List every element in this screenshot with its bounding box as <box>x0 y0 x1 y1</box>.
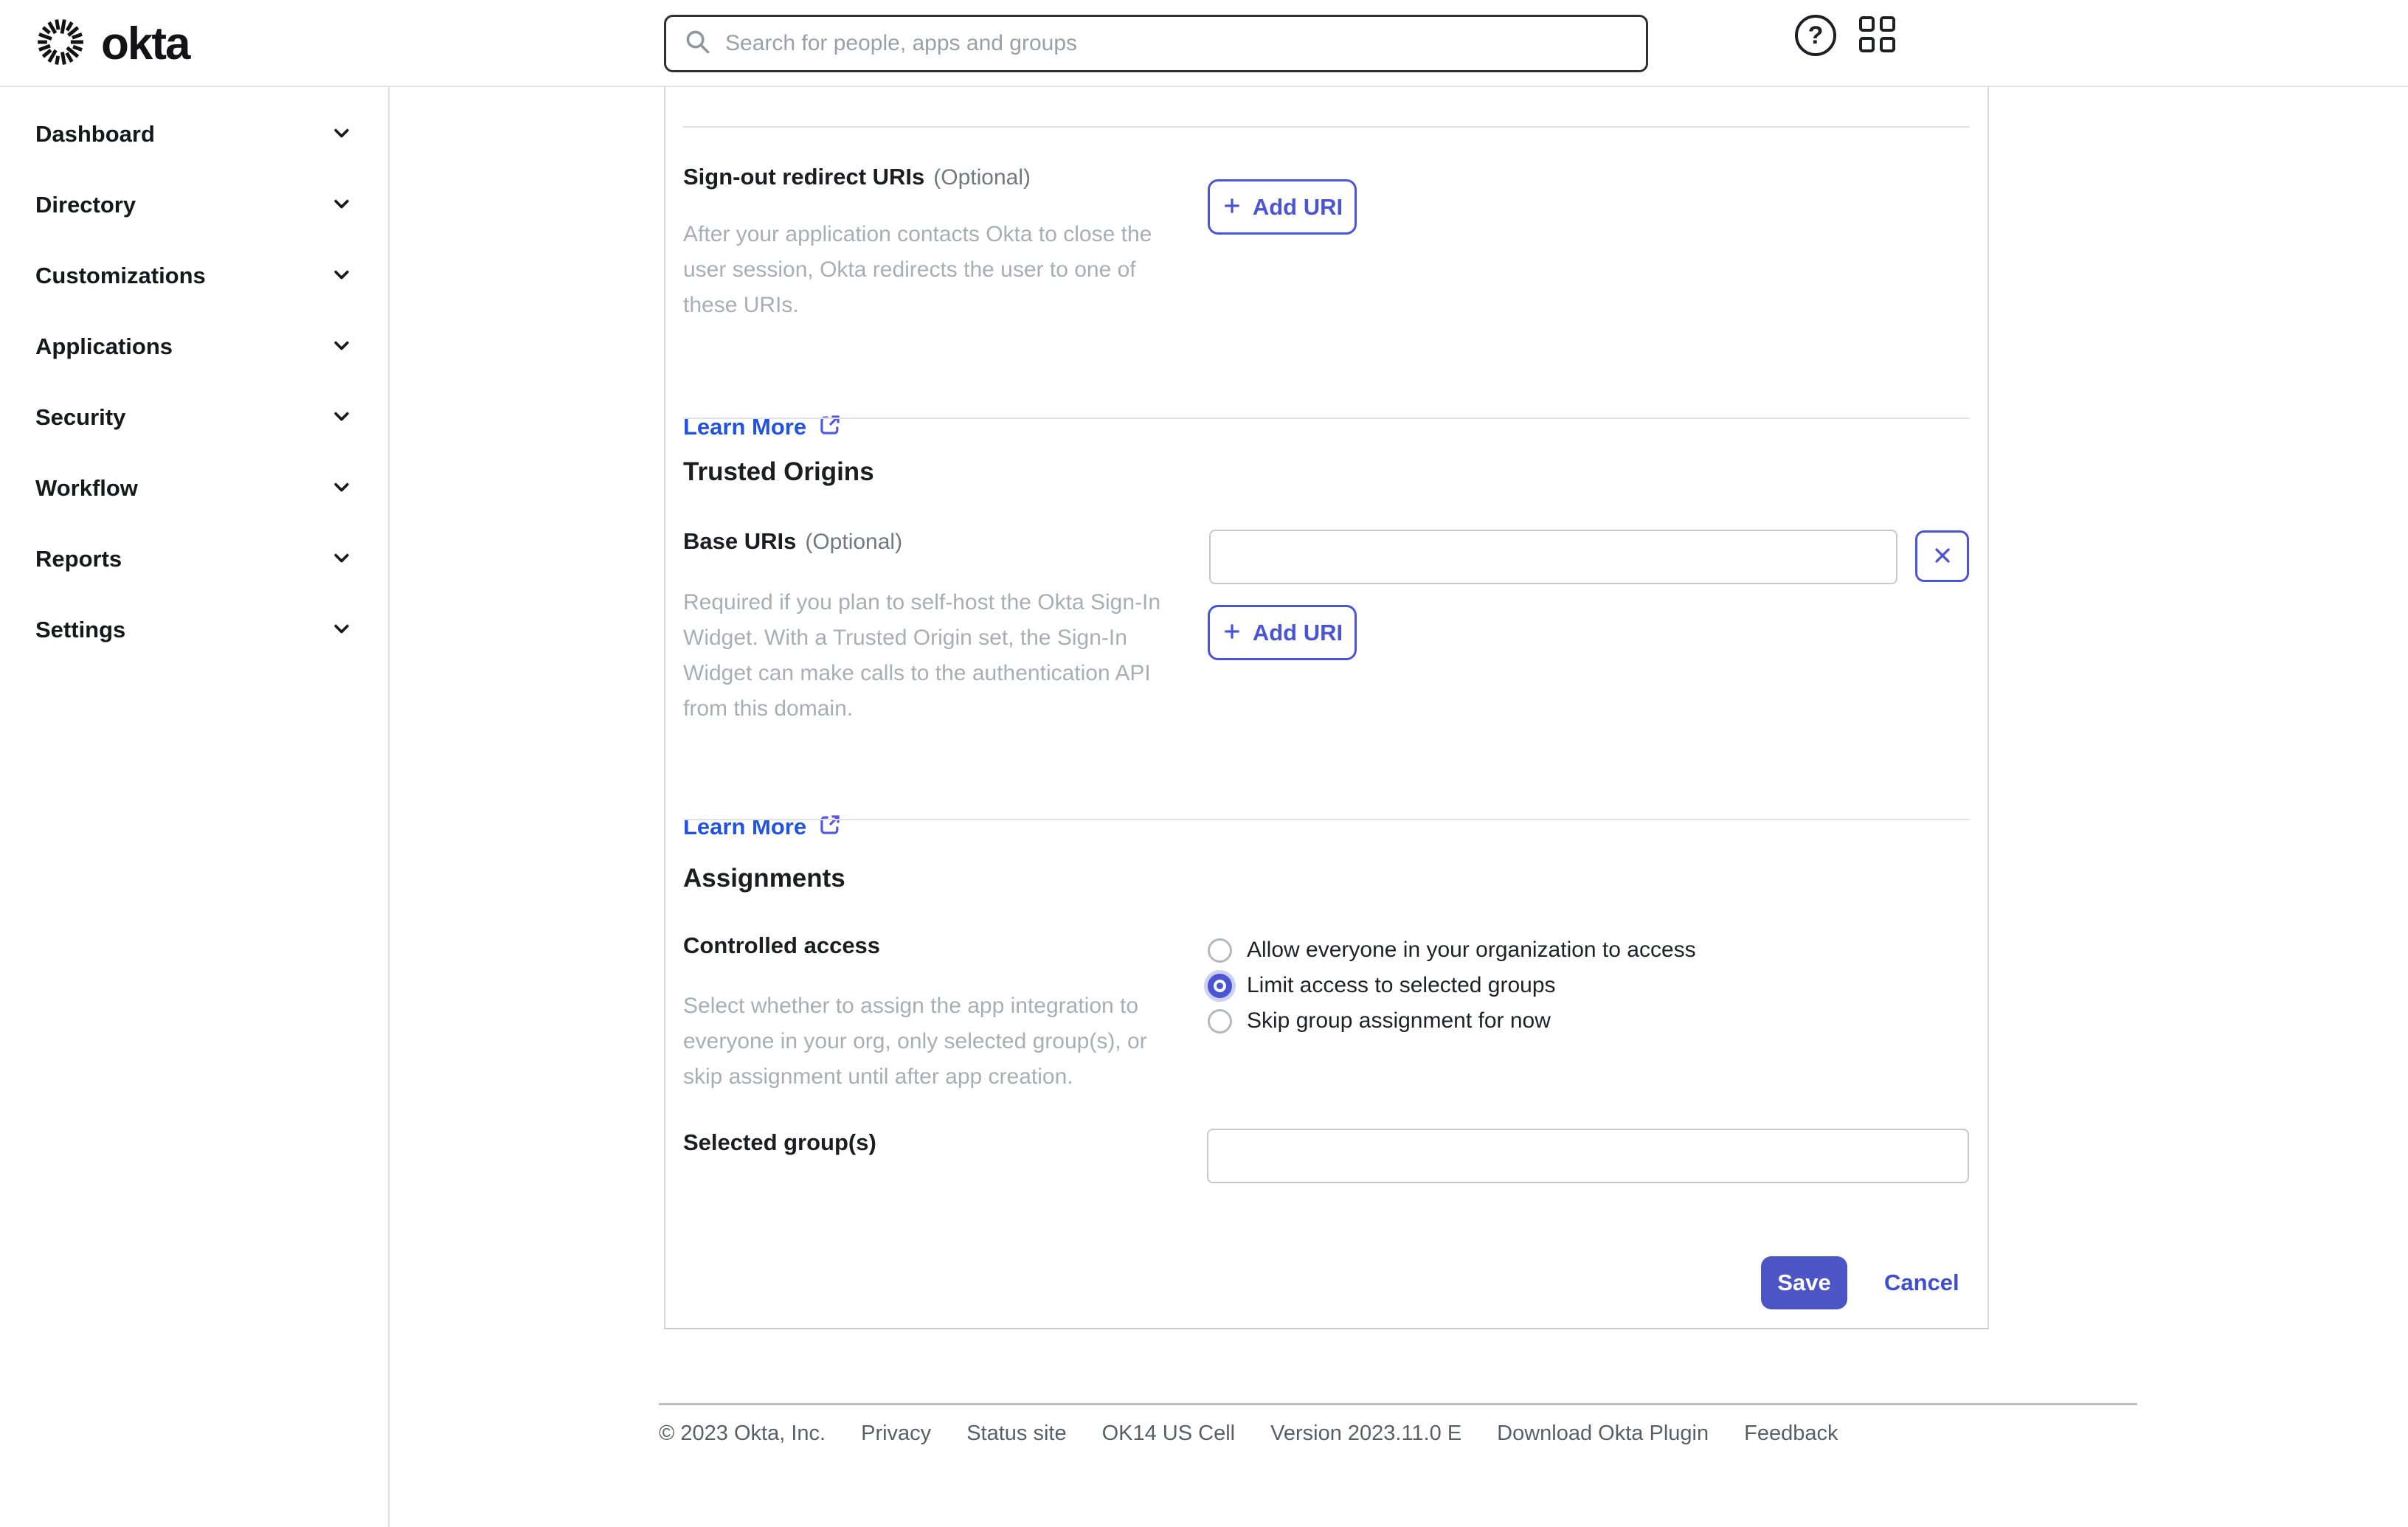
section-divider <box>683 418 1970 419</box>
controlled-access-label: Controlled access <box>683 932 881 958</box>
chevron-down-icon <box>329 545 354 574</box>
download-plugin-link[interactable]: Download Okta Plugin <box>1497 1422 1709 1446</box>
signout-redirect-uris-label-row: Sign-out redirect URIs (Optional) <box>683 164 1031 190</box>
close-icon <box>1931 544 1954 569</box>
save-button[interactable]: Save <box>1761 1256 1847 1309</box>
grid-square <box>1859 37 1875 52</box>
privacy-link[interactable]: Privacy <box>861 1422 931 1446</box>
add-signout-uri-button[interactable]: Add URI <box>1208 179 1357 235</box>
app-settings-card: Sign-out redirect URIs (Optional) Add URI… <box>664 87 1989 1329</box>
base-uri-input[interactable] <box>1209 530 1897 584</box>
selected-groups-input[interactable] <box>1207 1129 1969 1183</box>
plus-icon <box>1222 195 1242 218</box>
help-icon[interactable]: ? <box>1795 15 1836 56</box>
radio-button[interactable] <box>1208 1008 1232 1033</box>
sidebar-item-dashboard[interactable]: Dashboard <box>0 99 388 170</box>
chevron-down-icon <box>329 404 354 432</box>
chevron-down-icon <box>329 616 354 645</box>
sidebar-item-security[interactable]: Security <box>0 382 388 453</box>
okta-logo[interactable]: okta <box>36 18 190 70</box>
cancel-button[interactable]: Cancel <box>1884 1256 1959 1309</box>
sidebar-item-workflow[interactable]: Workflow <box>0 453 388 524</box>
sidebar-nav: Dashboard Directory Customizations Appli… <box>0 87 390 1527</box>
add-base-uri-button[interactable]: Add URI <box>1208 605 1357 660</box>
page-footer: © 2023 Okta, Inc. Privacy Status site OK… <box>659 1403 2137 1446</box>
radio-option-allow-everyone[interactable]: Allow everyone in your organization to a… <box>1208 932 1696 968</box>
okta-wordmark: okta <box>101 18 190 69</box>
trusted-learn-more-link[interactable]: Learn More <box>683 813 842 840</box>
controlled-access-radio-group: Allow everyone in your organization to a… <box>1208 932 1696 1039</box>
global-search[interactable] <box>664 15 1648 72</box>
status-site-link[interactable]: Status site <box>966 1422 1066 1446</box>
radio-button[interactable] <box>1208 973 1232 998</box>
radio-option-limit-access[interactable]: Limit access to selected groups <box>1208 968 1696 1003</box>
version-label: Version 2023.11.0 E <box>1270 1422 1462 1445</box>
controlled-access-description: Select whether to assign the app integra… <box>683 994 1147 1089</box>
feedback-link[interactable]: Feedback <box>1744 1422 1838 1446</box>
chevron-down-icon <box>329 120 354 149</box>
external-link-icon <box>818 813 842 840</box>
radio-button[interactable] <box>1208 938 1232 963</box>
section-divider <box>683 819 1970 820</box>
trusted-origins-description: Required if you plan to self-host the Ok… <box>683 590 1161 721</box>
sidebar-item-reports[interactable]: Reports <box>0 524 388 595</box>
chevron-down-icon <box>329 474 354 503</box>
base-uris-label-row: Base URIs (Optional) <box>683 528 903 554</box>
sidebar-item-settings[interactable]: Settings <box>0 595 388 665</box>
chevron-down-icon <box>329 262 354 291</box>
remove-uri-button[interactable] <box>1915 530 1969 582</box>
grid-square <box>1859 16 1875 32</box>
sidebar-item-directory[interactable]: Directory <box>0 170 388 240</box>
signout-description: After your application contacts Okta to … <box>683 222 1152 317</box>
sidebar-item-applications[interactable]: Applications <box>0 311 388 382</box>
chevron-down-icon <box>329 191 354 220</box>
question-mark-glyph: ? <box>1807 21 1824 49</box>
assignments-heading: Assignments <box>683 864 845 893</box>
plus-icon <box>1222 621 1242 644</box>
apps-grid-icon[interactable] <box>1859 16 1896 53</box>
search-input[interactable] <box>725 31 1628 56</box>
okta-sunburst-icon <box>36 18 85 70</box>
top-header: okta ? <box>0 0 2408 87</box>
cell-label: OK14 US Cell <box>1101 1422 1236 1445</box>
radio-option-skip-assignment[interactable]: Skip group assignment for now <box>1208 1003 1696 1039</box>
chevron-down-icon <box>329 333 354 361</box>
copyright-text: © 2023 Okta, Inc. <box>659 1422 826 1445</box>
trusted-origins-heading: Trusted Origins <box>683 457 874 486</box>
selected-groups-label: Selected group(s) <box>683 1129 876 1155</box>
section-divider <box>683 126 1970 128</box>
sidebar-item-customizations[interactable]: Customizations <box>0 240 388 311</box>
grid-square <box>1880 16 1895 32</box>
grid-square <box>1880 37 1895 52</box>
search-icon <box>684 28 712 60</box>
